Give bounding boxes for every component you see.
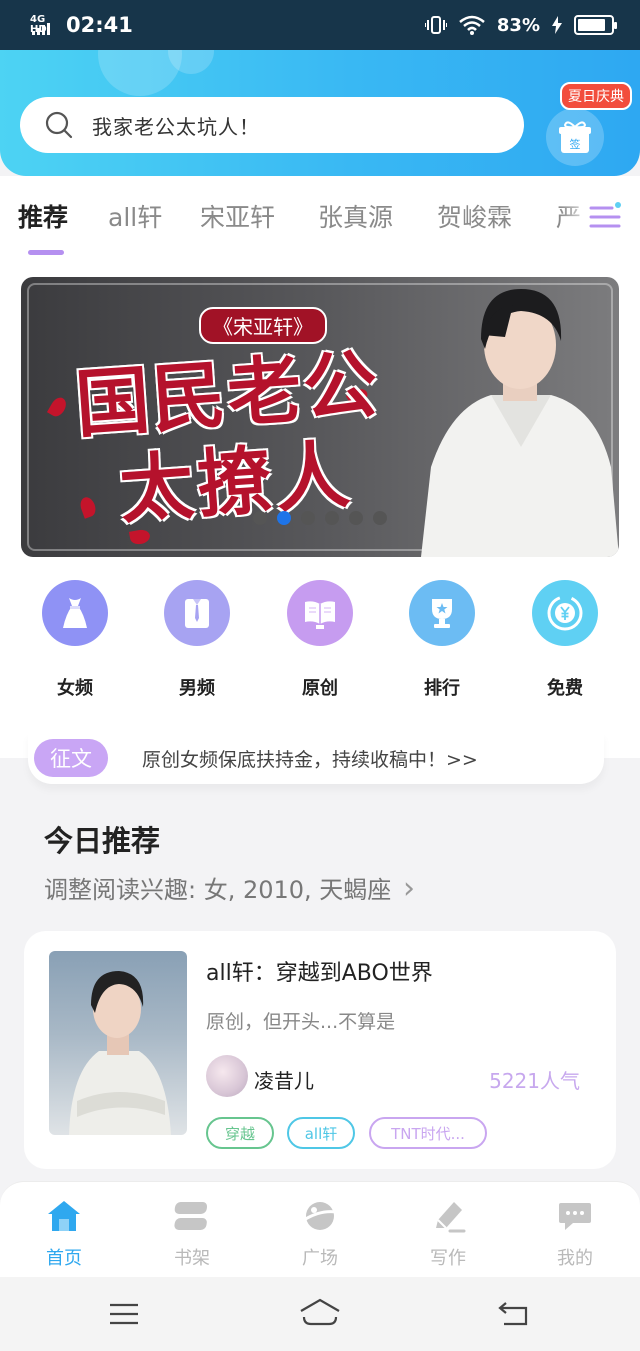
category-label: 男频 xyxy=(179,678,215,699)
tab-recommend[interactable]: 推荐 xyxy=(18,198,68,234)
search-placeholder: 我家老公太坑人！ xyxy=(92,114,260,139)
category-ranking[interactable]: 排行 xyxy=(402,580,482,700)
category-female[interactable]: 女频 xyxy=(35,580,115,700)
notice-bar[interactable]: 征文 原创女频保底扶持金，持续收稿中！>> xyxy=(28,732,604,784)
reading-preference-text: 调整阅读兴趣: 女, 2010, 天蝎座 xyxy=(44,876,392,904)
nav-label: 广场 xyxy=(302,1248,338,1269)
pen-icon xyxy=(428,1196,468,1236)
book-description: 原创，但开头...不算是 xyxy=(206,1011,396,1033)
signal-icon: 4G HD xyxy=(30,13,58,37)
battery-icon xyxy=(574,15,617,35)
banner-dot[interactable] xyxy=(373,511,387,525)
bottom-navigation: 首页 书架 广场 写作 我的 xyxy=(0,1181,640,1277)
back-icon[interactable] xyxy=(498,1301,530,1327)
promo-banner[interactable]: 《宋亚轩》 国民老公 太撩人 xyxy=(21,277,619,557)
shirt-icon xyxy=(185,599,209,628)
nav-write[interactable]: 写作 xyxy=(408,1196,488,1270)
category-icon-bg xyxy=(532,580,598,646)
nav-label: 写作 xyxy=(430,1248,466,1269)
book-icon xyxy=(305,601,335,629)
event-badge[interactable]: 夏日庆典 xyxy=(560,82,632,110)
charging-icon xyxy=(552,16,562,34)
notice-text: 原创女频保底扶持金，持续收稿中！>> xyxy=(142,748,478,771)
search-icon xyxy=(45,111,73,139)
bookshelf-icon xyxy=(172,1196,212,1236)
wifi-icon xyxy=(459,15,485,35)
tab-zhang-zhenyuan[interactable]: 张真源 xyxy=(318,198,393,234)
section-title: 今日推荐 xyxy=(44,824,161,858)
tab-he-junlin[interactable]: 贺峻霖 xyxy=(437,198,512,234)
header: 我家老公太坑人！ 签 xyxy=(0,50,640,176)
reading-preference-link[interactable]: 调整阅读兴趣: 女, 2010, 天蝎座 › xyxy=(44,870,415,906)
category-label: 女频 xyxy=(57,678,93,699)
category-label: 排行 xyxy=(424,678,460,699)
book-card[interactable]: all轩：穿越到ABO世界 原创，但开头...不算是 凌昔儿 5221人气 穿越… xyxy=(24,931,616,1169)
tag-chip[interactable]: 穿越 xyxy=(206,1117,274,1149)
avatar[interactable] xyxy=(206,1055,248,1097)
vibrate-icon xyxy=(424,16,447,34)
category-icon-bg xyxy=(42,580,108,646)
battery-percent: 83% xyxy=(496,14,540,36)
banner-dot[interactable] xyxy=(277,511,291,525)
banner-dot[interactable] xyxy=(325,511,339,525)
category-male[interactable]: 男频 xyxy=(157,580,237,700)
recent-apps-icon[interactable] xyxy=(108,1301,140,1327)
yuan-coin-icon xyxy=(547,595,583,631)
home-button-icon[interactable] xyxy=(298,1297,342,1327)
nav-square[interactable]: 广场 xyxy=(280,1196,360,1270)
chat-bubble-icon xyxy=(555,1196,595,1236)
dress-icon xyxy=(63,598,87,628)
home-icon xyxy=(44,1196,84,1236)
chevron-right-icon: › xyxy=(402,871,415,906)
daily-signin-button[interactable]: 签 xyxy=(546,108,604,166)
tab-indicator xyxy=(28,250,64,255)
popularity-count: 5221人气 xyxy=(489,1069,580,1093)
tag-chip[interactable]: TNT时代... xyxy=(369,1117,487,1149)
menu-icon[interactable] xyxy=(588,200,622,234)
banner-portrait xyxy=(421,289,619,557)
category-tabs: 推荐 all轩 宋亚轩 张真源 贺峻霖 严 xyxy=(0,176,640,258)
book-title[interactable]: all轩：穿越到ABO世界 xyxy=(206,955,433,987)
notice-badge: 征文 xyxy=(34,739,108,777)
banner-dot[interactable] xyxy=(349,511,363,525)
planet-icon xyxy=(300,1196,340,1236)
banner-pagination[interactable] xyxy=(253,511,387,525)
banner-dot[interactable] xyxy=(253,511,267,525)
gift-sign-text: 签 xyxy=(570,137,581,151)
category-label: 原创 xyxy=(302,678,338,699)
category-icon-bg xyxy=(164,580,230,646)
category-label: 免费 xyxy=(547,678,583,699)
tag-chip[interactable]: all轩 xyxy=(287,1117,355,1149)
book-cover[interactable] xyxy=(49,951,187,1135)
trophy-icon xyxy=(432,599,452,628)
nav-label: 我的 xyxy=(557,1248,593,1269)
tab-all-xuan[interactable]: all轩 xyxy=(108,198,162,234)
gift-icon: 签 xyxy=(559,121,591,153)
category-free[interactable]: 免费 xyxy=(525,580,605,700)
nav-home[interactable]: 首页 xyxy=(24,1196,104,1270)
nav-mine[interactable]: 我的 xyxy=(535,1196,615,1270)
system-navigation xyxy=(0,1277,640,1351)
category-icon-bg xyxy=(287,580,353,646)
category-original[interactable]: 原创 xyxy=(280,580,360,700)
nav-label: 首页 xyxy=(46,1248,82,1269)
tab-song-yaxuan[interactable]: 宋亚轩 xyxy=(200,198,275,234)
cover-portrait xyxy=(69,971,171,1135)
category-icon-bg xyxy=(409,580,475,646)
author-name[interactable]: 凌昔儿 xyxy=(254,1065,314,1094)
clock: 02:41 xyxy=(66,13,133,37)
nav-bookshelf[interactable]: 书架 xyxy=(152,1196,232,1270)
status-bar: 4G HD 02:41 83% xyxy=(0,0,640,50)
search-bar[interactable]: 我家老公太坑人！ xyxy=(20,97,524,153)
banner-dot[interactable] xyxy=(301,511,315,525)
nav-label: 书架 xyxy=(174,1248,210,1269)
